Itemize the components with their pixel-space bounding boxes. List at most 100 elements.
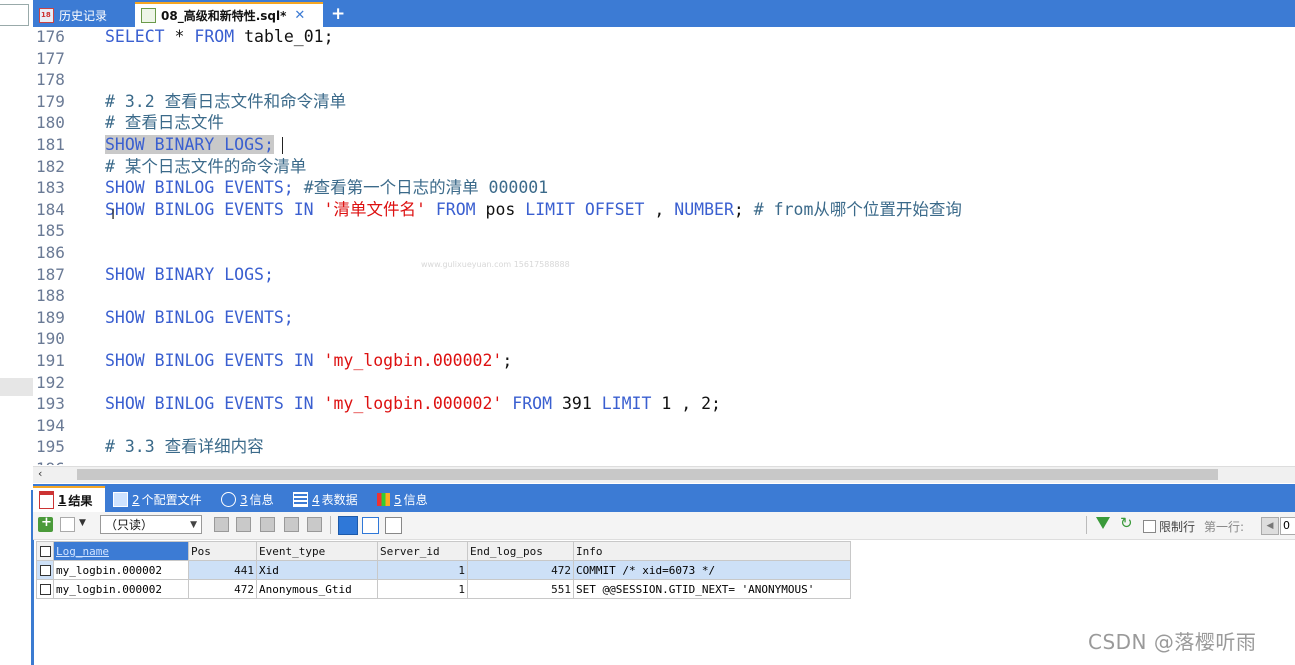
tab-info-2[interactable]: 5 信息	[377, 487, 428, 512]
tab-table-num: 4	[312, 492, 320, 507]
code-line[interactable]: 184 SHOW BINLOG EVENTS IN '清单文件名' FROM po…	[33, 199, 1283, 221]
line-number: 177	[36, 48, 65, 68]
scroll-left-icon[interactable]: ‹	[38, 467, 42, 480]
cell-end-log-pos[interactable]: 472	[467, 560, 574, 580]
new-tab-button[interactable]: +	[331, 2, 345, 26]
info-icon	[221, 492, 236, 507]
save-icon[interactable]	[260, 517, 275, 532]
grid-menu-icon[interactable]	[60, 517, 75, 532]
editor-horizontal-scrollbar[interactable]: ‹	[33, 466, 1295, 483]
tab-sql-file[interactable]: 08_高级和新特性.sql* ✕	[135, 2, 323, 27]
code-line[interactable]: 176 SELECT * FROM table_01;	[33, 27, 1283, 48]
code-line[interactable]: 192	[33, 372, 1283, 394]
close-tab-icon[interactable]: ✕	[294, 8, 305, 23]
cell-event-type[interactable]: Xid	[256, 560, 378, 580]
cell-log-name[interactable]: my_logbin.000002	[53, 560, 189, 580]
code-token: # 3.2 查看日志文件和命令清单	[105, 91, 347, 111]
trash-icon[interactable]	[284, 517, 299, 532]
cell-info[interactable]: SET @@SESSION.GTID_NEXT= 'ANONYMOUS'	[573, 579, 851, 599]
cell-info[interactable]: COMMIT /* xid=6073 */	[573, 560, 851, 580]
column-header-server-id[interactable]: Server_id	[377, 541, 468, 561]
column-header-event-type[interactable]: Event_type	[256, 541, 378, 561]
first-row-label: 第一行:	[1204, 520, 1245, 534]
table-row[interactable]: my_logbin.000002 472 Anonymous_Gtid 1 55…	[36, 579, 851, 599]
row-checkbox[interactable]	[39, 584, 51, 595]
code-token: # 3.3 查看详细内容	[105, 437, 264, 457]
code-line[interactable]: 195 # 3.3 查看详细内容	[33, 436, 1283, 458]
first-row-input[interactable]: 0	[1280, 517, 1295, 535]
line-number: 196	[36, 458, 65, 465]
previous-page-icon[interactable]: ◀	[1261, 517, 1279, 535]
code-line[interactable]: 181 SHOW BINARY LOGS;	[33, 134, 1283, 156]
code-line[interactable]: 177	[33, 48, 1283, 70]
column-header-end-log-pos[interactable]: End_log_pos	[467, 541, 574, 561]
column-header-pos[interactable]: Pos	[188, 541, 257, 561]
code-token: 'my_logbin.000002'	[323, 351, 503, 370]
sql-editor[interactable]: 176 SELECT * FROM table_01; 177 178 179 # 3.2…	[33, 27, 1295, 465]
code-line[interactable]: 193 SHOW BINLOG EVENTS IN 'my_logbin.0000…	[33, 393, 1283, 415]
table-icon	[293, 492, 308, 507]
code-token: 'my_logbin.000002'	[323, 394, 513, 414]
grid-header-row: Log_name Pos Event_type Server_id End_lo…	[36, 541, 851, 561]
code-line[interactable]: 179 # 3.2 查看日志文件和命令清单	[33, 91, 1283, 113]
add-row-icon[interactable]	[38, 515, 53, 532]
table-row[interactable]: my_logbin.000002 441 Xid 1 472 COMMIT /*…	[36, 560, 851, 580]
code-line[interactable]: 189 SHOW BINLOG EVENTS;	[33, 307, 1283, 329]
copy-icon[interactable]	[236, 517, 251, 532]
toolbar-divider	[1086, 516, 1087, 534]
tab-result[interactable]: 1 结果	[33, 486, 105, 512]
select-all-checkbox-cell[interactable]	[36, 541, 54, 561]
code-line[interactable]: 182 # 某个日志文件的命令清单	[33, 156, 1283, 178]
cell-server-id[interactable]: 1	[377, 579, 468, 599]
readonly-mode-select[interactable]: （只读） ▼	[100, 515, 202, 534]
row-checkbox[interactable]	[39, 565, 51, 576]
tab-profile[interactable]: 2 个配置文件	[113, 487, 202, 512]
result-grid: Log_name Pos Event_type Server_id End_lo…	[36, 541, 851, 599]
column-header-log-name[interactable]: Log_name	[53, 541, 189, 561]
code-line[interactable]: 194	[33, 415, 1283, 437]
code-token: pos	[485, 199, 526, 219]
duplicate-row-icon[interactable]	[214, 517, 229, 532]
code-line[interactable]: 190	[33, 328, 1283, 350]
cell-end-log-pos[interactable]: 551	[467, 579, 574, 599]
code-line[interactable]: 185	[33, 220, 1283, 242]
scrollbar-thumb[interactable]	[77, 469, 1218, 480]
editor-tab-bar: 历史记录 08_高级和新特性.sql* ✕ +	[33, 0, 1295, 27]
calendar-icon	[39, 7, 54, 23]
cell-log-name[interactable]: my_logbin.000002	[53, 579, 189, 599]
cancel-changes-icon[interactable]	[307, 517, 322, 532]
row-checkbox-cell[interactable]	[36, 560, 54, 580]
cell-event-type[interactable]: Anonymous_Gtid	[256, 579, 378, 599]
code-line[interactable]: 187 SHOW BINARY LOGS;	[33, 264, 1283, 286]
refresh-icon[interactable]: ↻	[1120, 514, 1133, 532]
dropdown-arrow-icon[interactable]: ▼	[79, 518, 94, 533]
code-line[interactable]: 178	[33, 69, 1283, 91]
grid-view-icon[interactable]	[338, 516, 358, 535]
object-browser-collapsed-handle[interactable]	[0, 4, 29, 26]
tab-history[interactable]: 历史记录	[39, 3, 107, 27]
cell-pos[interactable]: 441	[188, 560, 257, 580]
code-token: *	[174, 27, 195, 46]
cell-server-id[interactable]: 1	[377, 560, 468, 580]
line-number: 191	[36, 351, 65, 370]
code-token: LIMIT OFFSET	[525, 199, 655, 219]
row-checkbox-cell[interactable]	[36, 579, 54, 599]
filter-icon[interactable]	[1096, 517, 1110, 529]
tab-info[interactable]: 3 信息	[221, 487, 274, 512]
limit-rows-toggle[interactable]: 限制行	[1143, 518, 1195, 535]
code-line[interactable]: 188	[33, 285, 1283, 307]
code-token: SHOW BINLOG EVENTS IN	[105, 351, 324, 370]
form-view-icon[interactable]	[362, 517, 379, 534]
select-all-checkbox[interactable]	[39, 546, 51, 557]
code-line[interactable]: 191 SHOW BINLOG EVENTS IN 'my_logbin.0000…	[33, 350, 1283, 372]
code-line[interactable]: 186	[33, 242, 1283, 264]
tab-table-data[interactable]: 4 表数据	[293, 487, 358, 512]
code-line[interactable]: 180 # 查看日志文件	[33, 112, 1283, 134]
line-number: 187	[36, 264, 65, 284]
cell-pos[interactable]: 472	[188, 579, 257, 599]
code-line[interactable]: 183 SHOW BINLOG EVENTS; #查看第一个日志的清单 00000…	[33, 177, 1283, 199]
column-header-info[interactable]: Info	[573, 541, 851, 561]
text-view-icon[interactable]	[385, 517, 402, 534]
limit-rows-checkbox[interactable]	[1143, 520, 1156, 533]
code-line[interactable]: 196	[33, 458, 1283, 465]
